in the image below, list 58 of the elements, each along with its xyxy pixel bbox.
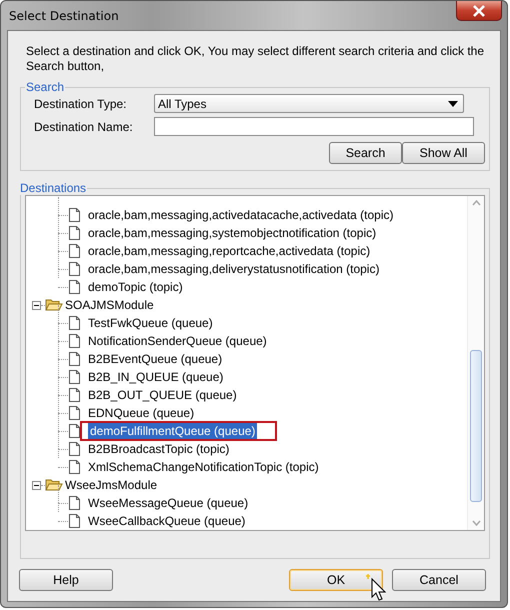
search-group-button[interactable]: Search <box>329 142 402 164</box>
tree-item[interactable]: WseeMessageQueue (queue) <box>86 495 250 511</box>
document-icon <box>69 280 80 294</box>
scroll-down-icon[interactable] <box>472 520 480 526</box>
document-icon <box>69 388 80 402</box>
document-icon <box>69 370 80 384</box>
tree-item[interactable]: oracle,bam,messaging,systemobjectnotification (topic) <box>86 225 378 241</box>
tree-item[interactable]: XmlSchemaChangeNotificationTopic (topic) <box>86 459 321 475</box>
group-legend: Destinations <box>19 181 88 195</box>
document-icon <box>69 442 80 456</box>
document-icon <box>69 334 80 348</box>
tree-item[interactable]: B2B_OUT_QUEUE (queue) <box>86 387 239 403</box>
dropdown-arrow-icon <box>448 100 458 106</box>
document-icon <box>69 352 80 366</box>
document-icon <box>69 424 80 438</box>
group-legend: Search <box>25 80 66 94</box>
tree-item[interactable]: demoFulfillmentQueue (queue) <box>88 423 258 439</box>
type-dropdown[interactable]: All Types <box>154 94 464 113</box>
tree-item[interactable]: WseeCallbackQueue (queue) <box>86 513 248 529</box>
name-input-field[interactable] <box>154 117 474 136</box>
tree-folder-label[interactable]: SOAJMSModule <box>65 298 154 312</box>
document-icon <box>69 316 80 330</box>
document-icon <box>69 514 80 528</box>
scroll-up-icon[interactable] <box>472 200 480 206</box>
document-icon <box>69 226 80 240</box>
tree-folder-label[interactable]: WseeJmsModule <box>65 478 158 492</box>
tree-item[interactable]: B2BEventQueue (queue) <box>86 351 224 367</box>
field-label: Destination Type: <box>33 96 128 110</box>
document-icon <box>69 262 80 276</box>
scroll-thumb[interactable] <box>470 350 482 502</box>
dialog-button[interactable]: Cancel <box>392 569 486 591</box>
folder-icon <box>45 298 63 312</box>
tree-item[interactable]: B2B_IN_QUEUE (queue) <box>86 369 226 385</box>
tree-item[interactable]: oracle,bam,messaging,deliverystatusnotification (topic) <box>86 261 382 277</box>
tree-item[interactable]: oracle,bam,messaging,reportcache,activedata (topic) <box>86 243 372 259</box>
document-icon <box>69 208 80 222</box>
folder-icon <box>45 478 63 492</box>
document-icon <box>69 496 80 510</box>
tree-item[interactable]: TestFwkQueue (queue) <box>86 315 215 331</box>
document-icon <box>69 406 80 420</box>
collapse-icon[interactable] <box>32 480 41 490</box>
instruction-text: Select a destination and click OK, You may select different search criteria and click the Search button, <box>26 44 486 74</box>
dialog-button[interactable]: Help <box>19 569 113 591</box>
dialog-button[interactable]: OK <box>289 569 383 591</box>
tree-item[interactable]: oracle,bam,messaging,activedatacache,activedata (topic) <box>86 207 396 223</box>
field-label: Destination Name: <box>33 120 134 134</box>
close-icon <box>472 4 486 16</box>
document-icon <box>69 460 80 474</box>
tree-item[interactable]: B2BBroadcastTopic (topic) <box>86 441 232 457</box>
document-icon <box>69 244 80 258</box>
close-button[interactable] <box>456 1 502 21</box>
tree-item[interactable]: demoTopic (topic) <box>86 279 185 295</box>
tree-item[interactable]: NotificationSenderQueue (queue) <box>86 333 269 349</box>
collapse-icon[interactable] <box>32 300 41 310</box>
tree-item[interactable]: EDNQueue (queue) <box>86 405 196 421</box>
vertical-scrollbar[interactable] <box>467 196 484 530</box>
search-group-button[interactable]: Show All <box>402 142 485 164</box>
window-title: Select Destination <box>9 9 119 23</box>
